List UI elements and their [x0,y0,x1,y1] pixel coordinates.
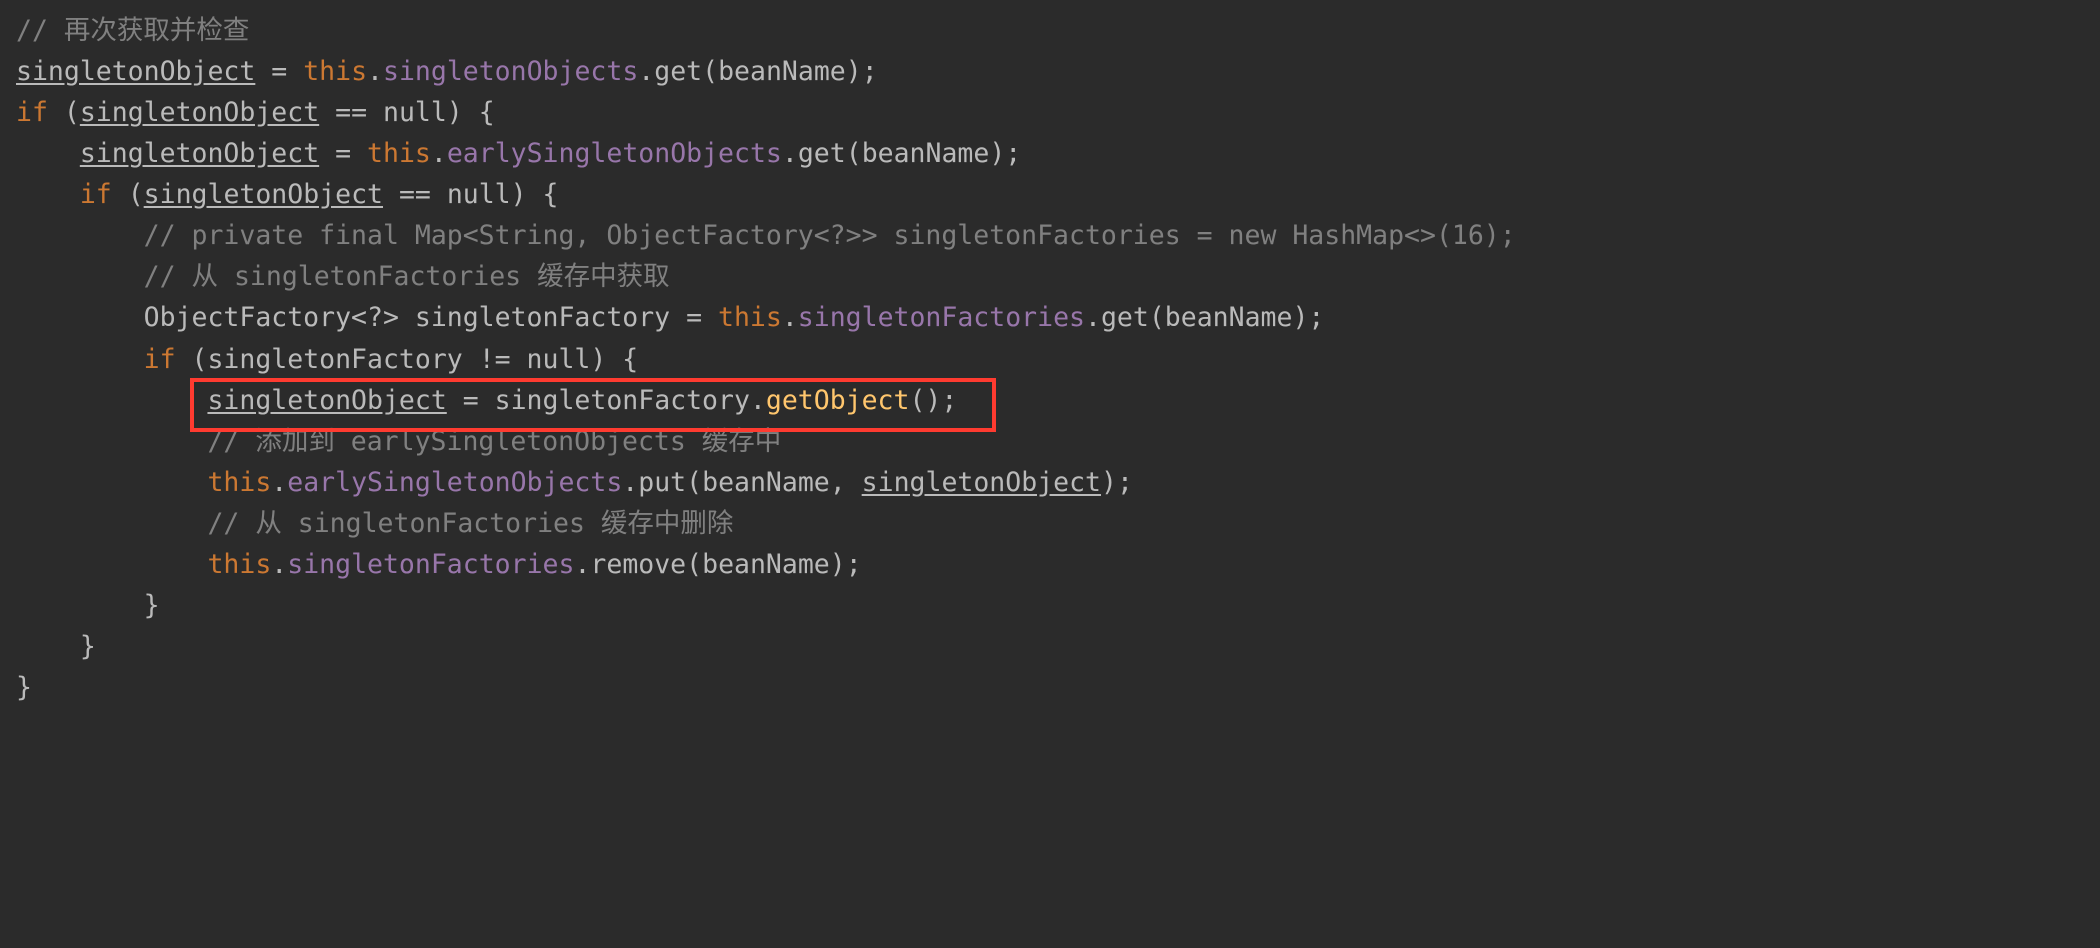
keyword-this: this [303,56,367,87]
code-identifier: singletonObject [144,179,383,210]
keyword-if: if [80,179,112,210]
code-comment: // private final Map<String, ObjectFacto… [144,220,1516,251]
code-method: get [1101,302,1149,333]
code-field: singletonObjects [383,56,638,87]
keyword-if: if [144,344,176,375]
keyword-this: this [367,138,431,169]
code-field: earlySingletonObjects [287,467,622,498]
keyword-this: this [207,549,271,580]
code-param: beanName [718,56,846,87]
code-comment: // 从 singletonFactories 缓存中获取 [144,261,670,292]
code-type: ObjectFactory<?> singletonFactory = [144,302,718,333]
code-identifier: singletonObject [207,385,446,416]
code-identifier: singletonObject [80,138,319,169]
code-method: remove [590,549,686,580]
code-identifier: singletonObject [80,97,319,128]
code-comment: // 从 singletonFactories 缓存中删除 [207,508,733,539]
code-brace: } [16,672,32,703]
keyword-this: this [718,302,782,333]
keyword-if: if [16,97,48,128]
code-method: get [798,138,846,169]
code-field: singletonFactories [287,549,574,580]
code-param: beanName [702,549,830,580]
code-field: earlySingletonObjects [447,138,782,169]
code-method: getObject [766,385,910,416]
code-identifier: singletonObject [862,467,1101,498]
code-brace: } [144,590,160,621]
code-param: beanName [862,138,990,169]
code-comment: // 添加到 earlySingletonObjects 缓存中 [207,426,781,457]
code-param: beanName [1165,302,1293,333]
keyword-this: this [207,467,271,498]
code-param: beanName [702,467,830,498]
code-identifier: singletonObject [16,56,255,87]
code-method: get [654,56,702,87]
code-method: put [638,467,686,498]
code-field: singletonFactories [798,302,1085,333]
code-editor[interactable]: // 再次获取并检查 singletonObject = this.single… [0,0,2100,759]
code-comment: // 再次获取并检查 [16,15,249,46]
code-brace: } [80,631,96,662]
